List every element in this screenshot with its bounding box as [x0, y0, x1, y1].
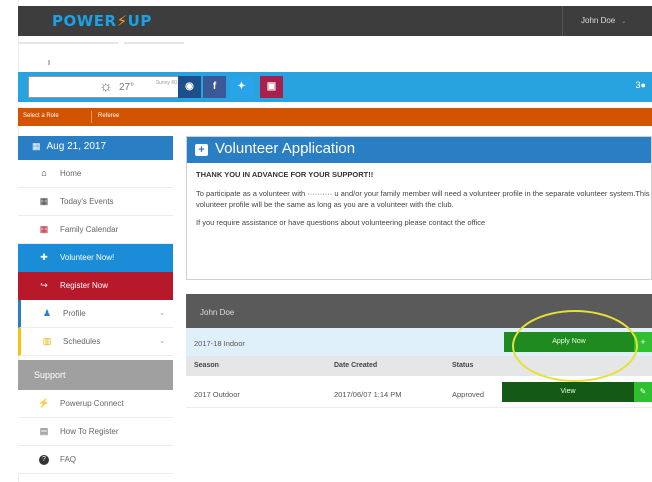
user-menu-button[interactable]: John Doe ⌄ — [562, 6, 644, 36]
profile-icon: ♟ — [42, 308, 52, 318]
temperature: 27° — [119, 82, 135, 93]
row-season: 2017 Outdoor — [194, 390, 240, 399]
register-icon: ↪ — [40, 280, 48, 290]
connect-icon: ⚡ — [38, 398, 50, 408]
row-status: Approved — [452, 390, 485, 399]
column-date-created: Date Created — [334, 362, 378, 369]
faq-icon: ? — [39, 455, 49, 465]
notifications-icon[interactable]: 3● — [636, 80, 646, 90]
volunteer-description: To participate as a volunteer with ·····… — [196, 189, 650, 209]
document-icon: ▤ — [39, 426, 49, 436]
chevron-down-icon: ⌄ — [621, 19, 627, 25]
facebook-icon[interactable]: f — [203, 76, 226, 98]
thanks-heading: THANK YOU IN ADVANCE FOR YOUR SUPPORT!! — [196, 170, 374, 179]
pending-season: 2017-18 Indoor — [194, 339, 245, 348]
sidebar-item-label: Volunteer Now! — [60, 253, 115, 262]
divider — [91, 111, 92, 123]
volunteer-icon: ✚ — [40, 252, 48, 262]
sidebar-item-label: Today's Events — [60, 197, 114, 206]
chevron-down-icon: ⌄ — [159, 310, 165, 317]
table-row: 2017 Outdoor 2017/06/07 1:14 PM Approved… — [186, 376, 652, 408]
sidebar-item-label: Schedules — [63, 337, 101, 346]
sidebar-item-todays-events[interactable]: ▦ Today's Events — [18, 188, 173, 216]
page-title: Volunteer Application — [215, 140, 356, 157]
sidebar-item-label: FAQ — [60, 455, 77, 464]
sidebar-item-volunteer-now[interactable]: ✚ Volunteer Now! — [18, 244, 173, 272]
sidebar-item-profile[interactable]: ♟ Profile ⌄ — [18, 300, 173, 328]
referee-link[interactable]: Referee — [98, 113, 119, 119]
sidebar-item-family-calendar[interactable]: ▦ Family Calendar — [18, 216, 173, 244]
column-status: Status — [452, 362, 474, 369]
weather-widget: ☼ 27° Sunny 60.5F — [28, 76, 194, 98]
sidebar-item-schedules[interactable]: ▥ Schedules ⌄ — [18, 328, 173, 356]
divider — [124, 42, 184, 44]
home-icon: ⌂ — [41, 168, 47, 178]
powerup-icon[interactable]: ◉ — [178, 76, 201, 98]
divider — [48, 60, 50, 65]
sidebar-item-label: Family Calendar — [60, 225, 119, 234]
divider — [18, 42, 118, 44]
sidebar-item-label: How To Register — [60, 427, 119, 436]
plus-icon[interactable]: + — [634, 332, 652, 352]
calendar-icon: ▦ — [39, 196, 49, 206]
row-date-created: 2017/06/07 1:14 PM — [334, 390, 402, 399]
top-navbar: POWER⚡UP John Doe⌄ ● — [18, 6, 652, 36]
assistance-text: If you require assistance or have questi… — [196, 218, 486, 227]
user-name: John Doe — [581, 16, 616, 25]
sidebar-item-label: Register Now — [60, 281, 109, 290]
instagram-icon[interactable]: ▣ — [260, 76, 283, 98]
volunteer-registrations: John Doe 2017-18 Indoor Apply Now + Seas… — [186, 294, 652, 408]
sidebar-item-label: Powerup Connect — [60, 399, 124, 408]
sidebar-item-how-to-register[interactable]: ▤ How To Register — [18, 418, 173, 446]
support-heading: Support — [18, 360, 173, 390]
sidebar-item-label: Home — [60, 169, 82, 178]
role-bar: Select a Role Referee — [18, 108, 652, 126]
edit-icon[interactable]: ✎ — [634, 382, 652, 402]
sidebar-item-home[interactable]: ⌂ Home — [18, 160, 173, 188]
sidebar-date: ▦ Aug 21, 2017 — [18, 136, 173, 160]
twitter-icon[interactable]: ✦ — [230, 76, 253, 98]
volunteer-application-panel: + Volunteer Application THANK YOU IN ADV… — [186, 136, 652, 280]
calendar-icon: ▦ — [32, 141, 41, 151]
sidebar: ▦ Aug 21, 2017 ⌂ Home ▦ Today's Events ▦ … — [18, 136, 173, 474]
select-role-button[interactable]: Select a Role — [23, 113, 59, 119]
chevron-down-icon: ⌄ — [159, 338, 165, 345]
member-name: John Doe — [186, 294, 652, 328]
pending-season-row: 2017-18 Indoor Apply Now + — [186, 328, 652, 356]
panel-header: + Volunteer Application — [187, 137, 651, 163]
utility-bar: ☼ 27° Sunny 60.5F ◉ f ✦ ▣ 3● — [18, 72, 652, 102]
column-season: Season — [194, 362, 219, 369]
sidebar-item-faq[interactable]: ? FAQ — [18, 446, 173, 474]
table-header: Season Date Created Status — [186, 356, 652, 376]
sidebar-item-register-now[interactable]: ↪ Register Now — [18, 272, 173, 300]
family-calendar-icon: ▦ — [39, 224, 49, 234]
panel-body: THANK YOU IN ADVANCE FOR YOUR SUPPORT!! … — [187, 163, 651, 228]
view-button[interactable]: View — [502, 382, 634, 402]
sidebar-item-powerup-connect[interactable]: ⚡ Powerup Connect — [18, 390, 173, 418]
powerup-logo[interactable]: POWER⚡UP — [52, 12, 152, 30]
apply-now-button[interactable]: Apply Now — [504, 332, 634, 352]
sun-icon: ☼ — [99, 78, 113, 95]
schedules-icon: ▥ — [42, 336, 52, 346]
sidebar-item-label: Profile — [63, 309, 86, 318]
add-icon: + — [195, 144, 208, 156]
